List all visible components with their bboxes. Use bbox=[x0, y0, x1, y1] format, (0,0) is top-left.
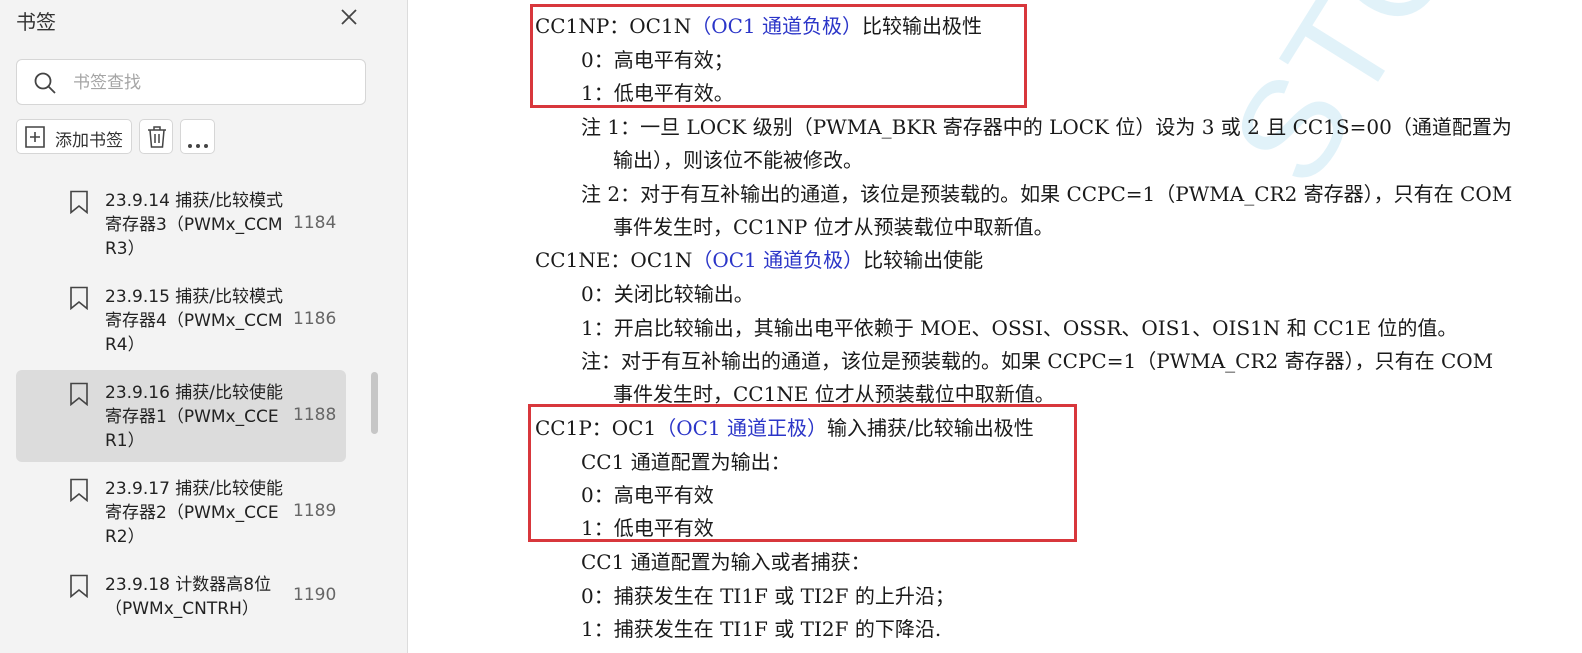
bookmark-icon bbox=[69, 190, 89, 218]
document-view: STCMCU CC1NP：OC1N（OC1 通道负极）比较输出极性 0：高电平有… bbox=[409, 0, 1582, 653]
bookmark-title: 23.9.14 捕获/比较模式寄存器3（PWMx_CCMR3） bbox=[105, 191, 284, 259]
field-channel: （OC1 通道负极） bbox=[692, 248, 864, 272]
bookmark-item[interactable]: 23.9.15 捕获/比较模式寄存器4（PWMx_CCMR4） 1186 bbox=[16, 274, 346, 366]
sidebar-scrollbar[interactable] bbox=[371, 372, 378, 434]
bookmark-page: 1189 bbox=[293, 501, 337, 521]
bookmark-icon bbox=[69, 382, 89, 410]
doc-line: 1：捕获发生在 TI1F 或 TI2F 的下降沿. bbox=[581, 617, 942, 641]
more-icon bbox=[186, 134, 210, 153]
doc-line: 事件发生时，CC1NE 位才从预装载位中取新值。 bbox=[613, 382, 1055, 406]
field-desc: 比较输出使能 bbox=[863, 248, 984, 272]
field-cc1ne-heading: CC1NE：OC1N（OC1 通道负极）比较输出使能 bbox=[535, 244, 983, 273]
bookmark-item-selected[interactable]: 23.9.16 捕获/比较使能寄存器1（PWMx_CCER1） 1188 bbox=[16, 370, 346, 462]
bookmark-item[interactable]: 23.9.18 计数器高8位（PWMx_CNTRH） 1190 bbox=[16, 562, 346, 632]
close-icon[interactable] bbox=[338, 6, 360, 28]
highlight-box-cc1p bbox=[528, 404, 1077, 542]
field-name: CC1NE：OC1N bbox=[535, 248, 693, 272]
bookmark-title: 23.9.15 捕获/比较模式寄存器4（PWMx_CCMR4） bbox=[105, 287, 284, 355]
bookmark-icon bbox=[69, 286, 89, 314]
doc-line: 注：对于有互补输出的通道，该位是预装载的。如果 CCPC=1（PWMA_CR2 … bbox=[581, 349, 1494, 373]
doc-line: 事件发生时，CC1NP 位才从预装载位中取新值。 bbox=[613, 215, 1054, 239]
delete-bookmark-button[interactable] bbox=[139, 119, 173, 154]
add-bookmark-label: 添加书签 bbox=[55, 131, 123, 151]
bookmark-item[interactable]: 23.9.14 捕获/比较模式寄存器3（PWMx_CCMR3） 1184 bbox=[16, 178, 346, 270]
doc-line: 1：开启比较输出，其输出电平依赖于 MOE、OSSI、OSSR、OIS1、OIS… bbox=[581, 316, 1458, 340]
search-icon bbox=[33, 71, 57, 99]
bookmark-title: 23.9.18 计数器高8位（PWMx_CNTRH） bbox=[105, 575, 272, 619]
panel-title: 书签 bbox=[16, 10, 56, 34]
add-bookmark-icon bbox=[24, 125, 46, 153]
doc-line: 注 1：一旦 LOCK 级别（PWMA_BKR 寄存器中的 LOCK 位）设为 … bbox=[581, 115, 1512, 139]
highlight-box-cc1np bbox=[530, 4, 1027, 108]
bookmark-page: 1188 bbox=[293, 405, 337, 425]
doc-line: 0：捕获发生在 TI1F 或 TI2F 的上升沿； bbox=[581, 584, 955, 608]
bookmark-title: 23.9.17 捕获/比较使能寄存器2（PWMx_CCER2） bbox=[105, 479, 284, 547]
add-bookmark-button[interactable]: 添加书签 bbox=[16, 119, 132, 154]
bookmark-item[interactable]: 23.9.17 捕获/比较使能寄存器2（PWMx_CCER2） 1189 bbox=[16, 466, 346, 558]
more-options-button[interactable] bbox=[180, 119, 215, 154]
doc-line: 注 2：对于有互补输出的通道，该位是预装载的。如果 CCPC=1（PWMA_CR… bbox=[581, 182, 1513, 206]
search-box bbox=[16, 59, 366, 105]
bookmark-title: 23.9.16 捕获/比较使能寄存器1（PWMx_CCER1） bbox=[105, 383, 284, 451]
bookmark-page: 1186 bbox=[293, 309, 337, 329]
search-input[interactable] bbox=[71, 69, 355, 97]
bookmark-panel: 书签 添加书签 23.9.14 捕获/比较模式寄存器3（PWMx_CCMR3） … bbox=[0, 0, 408, 653]
bookmark-page: 1184 bbox=[293, 213, 337, 233]
bookmark-icon bbox=[69, 574, 89, 602]
trash-icon bbox=[146, 125, 168, 153]
bookmark-page: 1190 bbox=[293, 585, 337, 605]
doc-line: 0：关闭比较输出。 bbox=[581, 282, 754, 306]
bookmark-icon bbox=[69, 478, 89, 506]
doc-line: CC1 通道配置为输入或者捕获： bbox=[581, 550, 871, 574]
doc-line: 输出），则该位不能被修改。 bbox=[613, 148, 863, 172]
